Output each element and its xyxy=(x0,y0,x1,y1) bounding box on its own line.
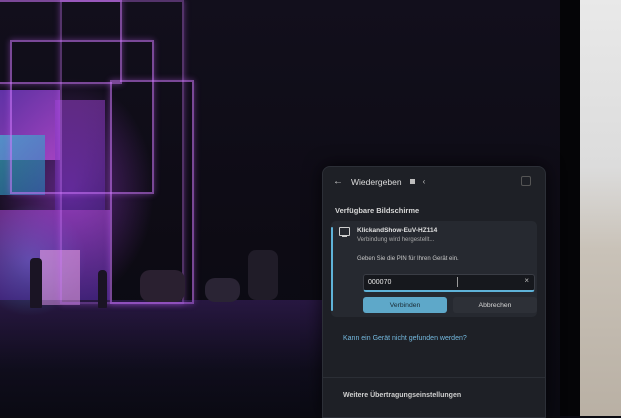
wallpaper-vehicle xyxy=(140,270,185,302)
wallpaper-frame xyxy=(60,0,184,304)
device-item[interactable]: KlickandShow-EuV-HZ114 Verbindung wird h… xyxy=(331,221,537,317)
divider xyxy=(323,377,545,378)
cast-icon xyxy=(409,179,415,184)
wallpaper-person xyxy=(30,258,42,308)
wallpaper-vehicle xyxy=(248,250,278,300)
monitor-bezel xyxy=(560,0,580,416)
wallpaper-person xyxy=(98,270,107,308)
wallpaper-floor xyxy=(0,300,330,416)
connect-button[interactable]: Verbinden xyxy=(363,297,447,313)
device-name: KlickandShow-EuV-HZ114 xyxy=(357,227,438,234)
room-background xyxy=(580,0,621,416)
text-cursor xyxy=(457,277,458,287)
pin-field[interactable]: × xyxy=(363,274,535,292)
panel-header: ← Wiedergeben ‹ xyxy=(333,176,425,187)
pin-prompt: Geben Sie die PIN für Ihren Gerät ein. xyxy=(357,256,459,262)
selection-accent xyxy=(331,227,333,311)
panel-title: Wiedergeben xyxy=(351,176,402,187)
device-status: Verbindung wird hergestellt... xyxy=(357,237,435,243)
section-title: Verfügbare Bildschirme xyxy=(335,206,420,215)
wallpaper-vehicle xyxy=(205,278,240,302)
device-not-found-link[interactable]: Kann ein Gerät nicht gefunden werden? xyxy=(343,335,467,342)
clear-icon[interactable]: × xyxy=(524,276,529,285)
pin-input[interactable] xyxy=(368,276,488,288)
more-settings-link[interactable]: Weitere Übertragungseinstellungen xyxy=(343,392,461,399)
cast-panel: ← Wiedergeben ‹ Verfügbare Bildschirme K… xyxy=(322,166,546,418)
monitor-icon xyxy=(339,227,350,237)
back-arrow-icon[interactable]: ← xyxy=(333,176,343,187)
chevron-icon: ‹ xyxy=(422,177,426,186)
settings-icon[interactable] xyxy=(521,176,531,186)
cancel-button[interactable]: Abbrechen xyxy=(453,297,537,313)
